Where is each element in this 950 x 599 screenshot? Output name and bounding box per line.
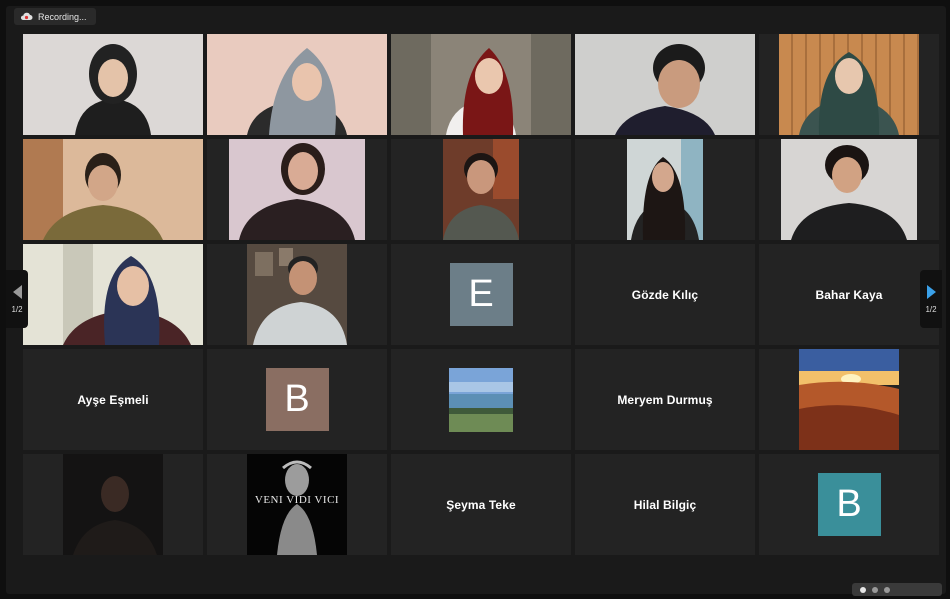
avatar-letter: E [468,273,494,315]
participant-video-tile[interactable] [391,139,571,240]
participant-video-image [23,244,203,345]
profile-picture-desert [799,349,899,450]
previous-page-button[interactable]: 1/2 [6,270,28,328]
participant-video-tile[interactable] [23,139,203,240]
dot-icon [872,586,878,593]
participant-video-tile[interactable] [23,454,203,555]
participant-name: Ayşe Eşmeli [77,392,149,407]
page-indicator-right: 1/2 [925,304,937,314]
participant-video-image [779,34,919,135]
chevron-right-icon [926,284,936,299]
chevron-left-icon [12,284,22,299]
participant-video-tile[interactable] [23,34,203,135]
participant-video-image [207,34,387,135]
participant-avatar-tile[interactable]: E [391,244,571,345]
statue-caption: VENI VIDI VICI [254,494,340,506]
profile-picture-lake [449,367,513,432]
participant-video-tile[interactable] [207,139,387,240]
participant-video-tile[interactable] [207,34,387,135]
avatar-letter: B [284,378,310,420]
participant-video-tile-active-speaker[interactable] [575,34,755,135]
page-indicator-left: 1/2 [11,304,23,314]
recording-indicator[interactable]: Recording... [14,8,96,25]
participant-avatar-tile[interactable]: B [759,454,939,555]
participant-picture-tile[interactable] [759,349,939,450]
toolbar-handle[interactable] [852,583,942,596]
next-page-button[interactable]: 1/2 [920,270,942,328]
participant-name: Bahar Kaya [815,287,883,302]
participant-name: Gözde Kılıç [631,287,699,302]
participant-video-image [247,244,347,345]
participant-name-tile[interactable]: Hilal Bilgiç [575,454,755,555]
participant-name: Şeyma Teke [446,497,516,512]
participant-video-image [575,34,755,135]
participant-video-image [229,139,365,240]
participant-picture-tile[interactable]: VENI VIDI VICI [207,454,387,555]
participant-video-image [63,454,163,555]
participant-video-image [627,139,703,240]
participant-name-tile[interactable]: Bahar Kaya [759,244,939,345]
dot-icon [884,586,890,593]
participant-video-image [443,139,519,240]
participant-name: Meryem Durmuş [617,392,713,407]
participant-name-tile[interactable]: Meryem Durmuş [575,349,755,450]
participant-initial-avatar: B [265,368,329,431]
participant-video-image [781,139,917,240]
participant-name-tile[interactable]: Ayşe Eşmeli [23,349,203,450]
participant-video-tile[interactable] [759,139,939,240]
participant-video-tile[interactable] [391,34,571,135]
participant-initial-avatar: B [817,473,881,536]
participant-video-tile[interactable] [575,139,755,240]
participant-name: Hilal Bilgiç [633,497,697,512]
dot-icon [860,586,866,593]
participant-video-tile[interactable] [759,34,939,135]
recording-label: Recording... [38,11,87,22]
participant-name-tile[interactable]: Gözde Kılıç [575,244,755,345]
participant-video-tile[interactable] [207,244,387,345]
participant-video-tile[interactable] [23,244,203,345]
cloud-record-icon [20,12,33,21]
participant-name-tile[interactable]: Şeyma Teke [391,454,571,555]
participant-video-image [23,34,203,135]
participant-video-image [391,34,571,135]
gallery-grid: E Gözde Kılıç Bahar Kaya Ayşe Eşmeli B M… [23,34,941,557]
participant-picture-tile[interactable] [391,349,571,450]
avatar-letter: B [836,483,862,525]
participant-initial-avatar: E [449,263,513,326]
participant-avatar-tile[interactable]: B [207,349,387,450]
participant-video-image [23,139,203,240]
